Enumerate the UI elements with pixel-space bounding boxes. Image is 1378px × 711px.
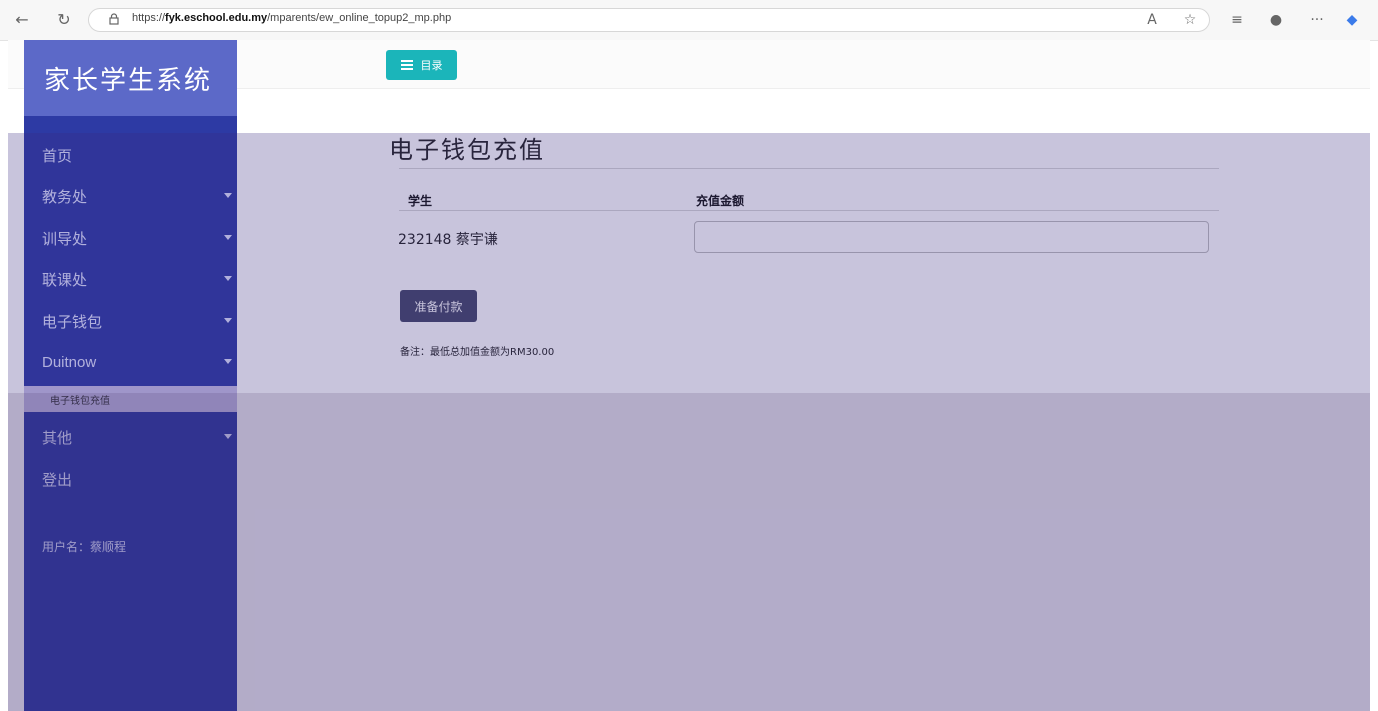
app-frame: 家长学生系统 目录 首页 教务处 训导处 联课处 电子钱包 Duitnow 电子… — [8, 40, 1370, 711]
sidebar-item-home[interactable]: 首页 — [42, 140, 232, 170]
chevron-down-icon — [224, 276, 232, 281]
student-cell: 232148 蔡宇谦 — [398, 232, 498, 248]
sidebar-subitem-ewallet-topup[interactable]: 电子钱包充值 — [24, 386, 237, 412]
sidebar: 首页 教务处 训导处 联课处 电子钱包 Duitnow 电子钱包充值 其他 登出… — [24, 116, 237, 711]
copilot-icon[interactable]: ◆ — [1342, 10, 1362, 30]
directory-menu-label: 目录 — [420, 59, 443, 72]
sidebar-item-logout[interactable]: 登出 — [42, 464, 232, 494]
chevron-down-icon — [224, 193, 232, 198]
url-path: /mparents/ew_online_topup2_mp.php — [267, 12, 452, 24]
chevron-down-icon — [224, 235, 232, 240]
sidebar-item-discipline[interactable]: 训导处 — [42, 223, 232, 253]
prepare-payment-button[interactable]: 准备付款 — [400, 290, 477, 322]
sidebar-item-label: 训导处 — [42, 229, 88, 248]
page-title: 电子钱包充值 — [389, 136, 545, 164]
sidebar-item-label: 登出 — [42, 470, 73, 489]
table-header-rule — [399, 210, 1219, 211]
student-column-header: 学生 — [408, 194, 433, 208]
table-top-rule — [399, 168, 1219, 169]
sidebar-item-label: Duitnow — [42, 353, 97, 371]
sidebar-item-label: 教务处 — [42, 187, 88, 206]
sidebar-item-academic[interactable]: 教务处 — [42, 181, 232, 211]
more-options-icon[interactable]: ··· — [1307, 10, 1327, 30]
url-text: https://fyk.eschool.edu.my/mparents/ew_o… — [132, 12, 451, 24]
lock-icon — [109, 13, 119, 25]
sidebar-username: 用户名：蔡顺程 — [42, 539, 127, 554]
address-bar[interactable]: https://fyk.eschool.edu.my/mparents/ew_o… — [88, 8, 1210, 32]
favorite-star-icon[interactable]: ☆ — [1180, 10, 1200, 30]
back-icon[interactable]: ← — [12, 10, 32, 30]
sidebar-item-others[interactable]: 其他 — [42, 422, 232, 452]
url-prefix: https:// — [132, 12, 166, 24]
profile-avatar-icon[interactable]: ● — [1266, 10, 1286, 30]
chevron-down-icon — [224, 434, 232, 439]
sidebar-item-label: 其他 — [42, 428, 73, 447]
app-brand: 家长学生系统 — [24, 40, 237, 116]
amount-column-header: 充值金额 — [696, 194, 745, 208]
sidebar-item-label: 首页 — [42, 146, 73, 165]
browser-toolbar: ← ↻ https://fyk.eschool.edu.my/mparents/… — [0, 0, 1378, 41]
minimum-amount-note: 备注：最低总加值金额为RM30.00 — [400, 347, 555, 358]
url-domain: fyk.eschool.edu.my — [165, 12, 268, 24]
topup-amount-input[interactable] — [694, 221, 1209, 253]
chevron-down-icon — [224, 318, 232, 323]
sidebar-item-cocurricular[interactable]: 联课处 — [42, 264, 232, 294]
hamburger-icon — [400, 60, 413, 70]
sidebar-item-duitnow[interactable]: Duitnow — [42, 347, 232, 377]
chevron-down-icon — [224, 359, 232, 364]
sidebar-item-ewallet[interactable]: 电子钱包 — [42, 306, 232, 336]
sidebar-subitem-label: 电子钱包充值 — [50, 395, 110, 407]
reload-icon[interactable]: ↻ — [54, 10, 74, 30]
favorites-list-icon[interactable]: ≡ — [1227, 10, 1247, 30]
main-content: 电子钱包充值 学生 充值金额 232148 蔡宇谦 准备付款 备注：最低总加值金… — [237, 88, 1370, 711]
sidebar-item-label: 电子钱包 — [42, 312, 103, 331]
sidebar-item-label: 联课处 — [42, 270, 88, 289]
read-aloud-icon[interactable]: A — [1142, 10, 1162, 30]
directory-menu-button[interactable]: 目录 — [386, 50, 457, 80]
